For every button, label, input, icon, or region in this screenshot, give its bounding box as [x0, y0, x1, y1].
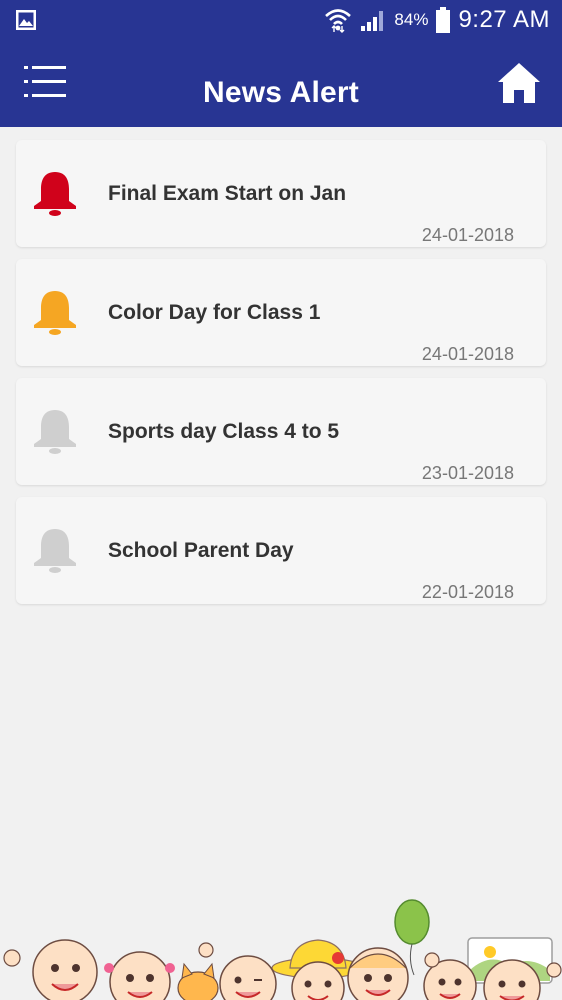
bell-clapper	[49, 448, 61, 454]
cat-illustration	[177, 962, 219, 1000]
bell-clapper	[49, 567, 61, 573]
app-bar: News Alert	[0, 40, 562, 127]
bell-clapper	[49, 329, 61, 335]
children-cartoon-banner	[3, 899, 562, 1000]
child-face-illustration	[219, 955, 277, 1000]
alert-date: 22-01-2018	[421, 582, 514, 602]
battery-percentage: 84%	[394, 10, 429, 29]
signal-icon	[361, 11, 384, 31]
bell-icon	[34, 291, 76, 335]
battery-icon	[436, 7, 451, 33]
news-alert-card[interactable]: Final Exam Start on Jan 24-01-2018	[16, 140, 546, 247]
child-face-illustration	[347, 947, 409, 1000]
status-icons: 84% 9:27 AM	[324, 0, 550, 40]
bell-body	[34, 172, 76, 209]
bell-body	[34, 410, 76, 447]
bell-clapper	[49, 210, 61, 216]
alert-date: 24-01-2018	[421, 344, 514, 364]
gallery-icon	[16, 10, 36, 30]
alert-date: 24-01-2018	[421, 225, 514, 245]
news-alert-list: Final Exam Start on Jan 24-01-2018 Color…	[16, 140, 546, 616]
bell-body	[34, 529, 76, 566]
alert-title: School Parent Day	[108, 539, 294, 562]
status-bar: 84% 9:27 AM	[0, 0, 562, 40]
news-alert-card[interactable]: School Parent Day 22-01-2018	[16, 497, 546, 604]
alert-date: 23-01-2018	[421, 463, 514, 483]
bell-icon	[34, 172, 76, 216]
alert-title: Sports day Class 4 to 5	[108, 420, 340, 443]
wifi-icon	[325, 9, 352, 33]
bell-body	[34, 291, 76, 328]
child-face-illustration	[32, 939, 98, 1000]
news-alert-card[interactable]: Color Day for Class 1 24-01-2018	[16, 259, 546, 366]
home-icon[interactable]	[496, 60, 542, 106]
bell-icon	[34, 529, 76, 573]
clock-time: 9:27 AM	[458, 6, 550, 33]
news-alert-card[interactable]: Sports day Class 4 to 5 23-01-2018	[16, 378, 546, 485]
bell-icon	[34, 410, 76, 454]
child-face-illustration	[104, 951, 175, 1000]
page-title: News Alert	[203, 76, 359, 109]
alert-title: Color Day for Class 1	[108, 301, 321, 324]
alert-title: Final Exam Start on Jan	[108, 182, 347, 205]
